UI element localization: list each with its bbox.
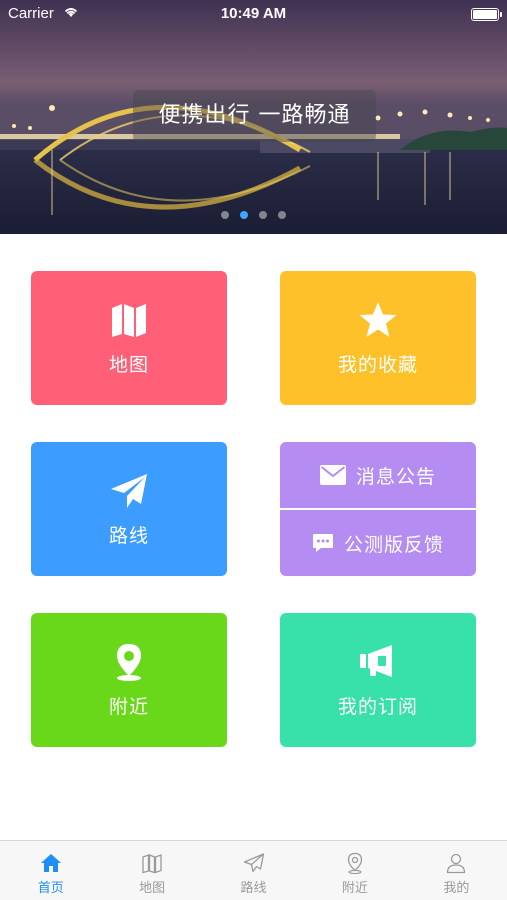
paper-plane-icon	[111, 473, 147, 508]
page-dot[interactable]	[278, 211, 286, 219]
feedback-label: 公测版反馈	[343, 533, 444, 556]
tab-bar: 首页 地图 路线 附近 我的	[0, 840, 507, 900]
tab-route[interactable]: 路线	[203, 841, 304, 900]
tab-nearby-label: 附近	[341, 881, 368, 896]
subscriptions-tile[interactable]: 我的订阅	[280, 613, 476, 747]
notice-feedback-tile: 消息公告 公测版反馈	[280, 442, 476, 576]
notices-button[interactable]: 消息公告	[280, 442, 476, 508]
megaphone-icon	[360, 644, 392, 677]
nearby-tile[interactable]: 附近	[31, 613, 227, 747]
chat-bubble-icon	[312, 534, 333, 552]
home-icon	[40, 854, 61, 872]
tab-mine[interactable]: 我的	[406, 841, 507, 900]
map-icon	[112, 303, 146, 337]
notices-label: 消息公告	[355, 465, 436, 488]
tab-map[interactable]: 地图	[101, 841, 202, 900]
tab-nearby[interactable]: 附近	[304, 841, 405, 900]
page-dot-active[interactable]	[240, 211, 248, 219]
subscriptions-tile-label: 我的订阅	[337, 695, 418, 718]
tab-mine-label: 我的	[443, 881, 470, 896]
clock: 10:49 AM	[220, 5, 287, 22]
paper-plane-icon	[243, 853, 264, 873]
page-dot[interactable]	[259, 211, 267, 219]
nearby-tile-label: 附近	[108, 695, 149, 718]
envelope-icon	[319, 465, 346, 485]
map-tile-label: 地图	[108, 353, 149, 376]
carousel-page-indicator[interactable]	[0, 211, 507, 219]
status-bar: Carrier 10:49 AM	[0, 0, 507, 28]
tab-map-label: 地图	[139, 881, 166, 896]
favorites-tile-label: 我的收藏	[337, 353, 418, 376]
route-tile[interactable]: 路线	[31, 442, 227, 576]
user-icon	[447, 853, 466, 874]
feedback-button[interactable]: 公测版反馈	[280, 510, 476, 576]
map-tile[interactable]: 地图	[31, 271, 227, 405]
location-pin-icon	[117, 643, 141, 681]
tab-home-label: 首页	[37, 881, 64, 896]
battery-icon	[471, 8, 502, 21]
tab-home[interactable]: 首页	[0, 841, 101, 900]
banner-carousel[interactable]: Carrier 10:49 AM 便携出行 一路畅通	[0, 0, 507, 234]
location-pin-icon	[347, 852, 363, 874]
banner-slogan: 便携出行 一路畅通	[133, 90, 376, 142]
favorites-tile[interactable]: 我的收藏	[280, 271, 476, 405]
star-icon	[359, 301, 397, 337]
page-dot[interactable]	[221, 211, 229, 219]
tab-route-label: 路线	[240, 881, 267, 896]
map-icon	[142, 854, 162, 874]
route-tile-label: 路线	[108, 524, 149, 547]
